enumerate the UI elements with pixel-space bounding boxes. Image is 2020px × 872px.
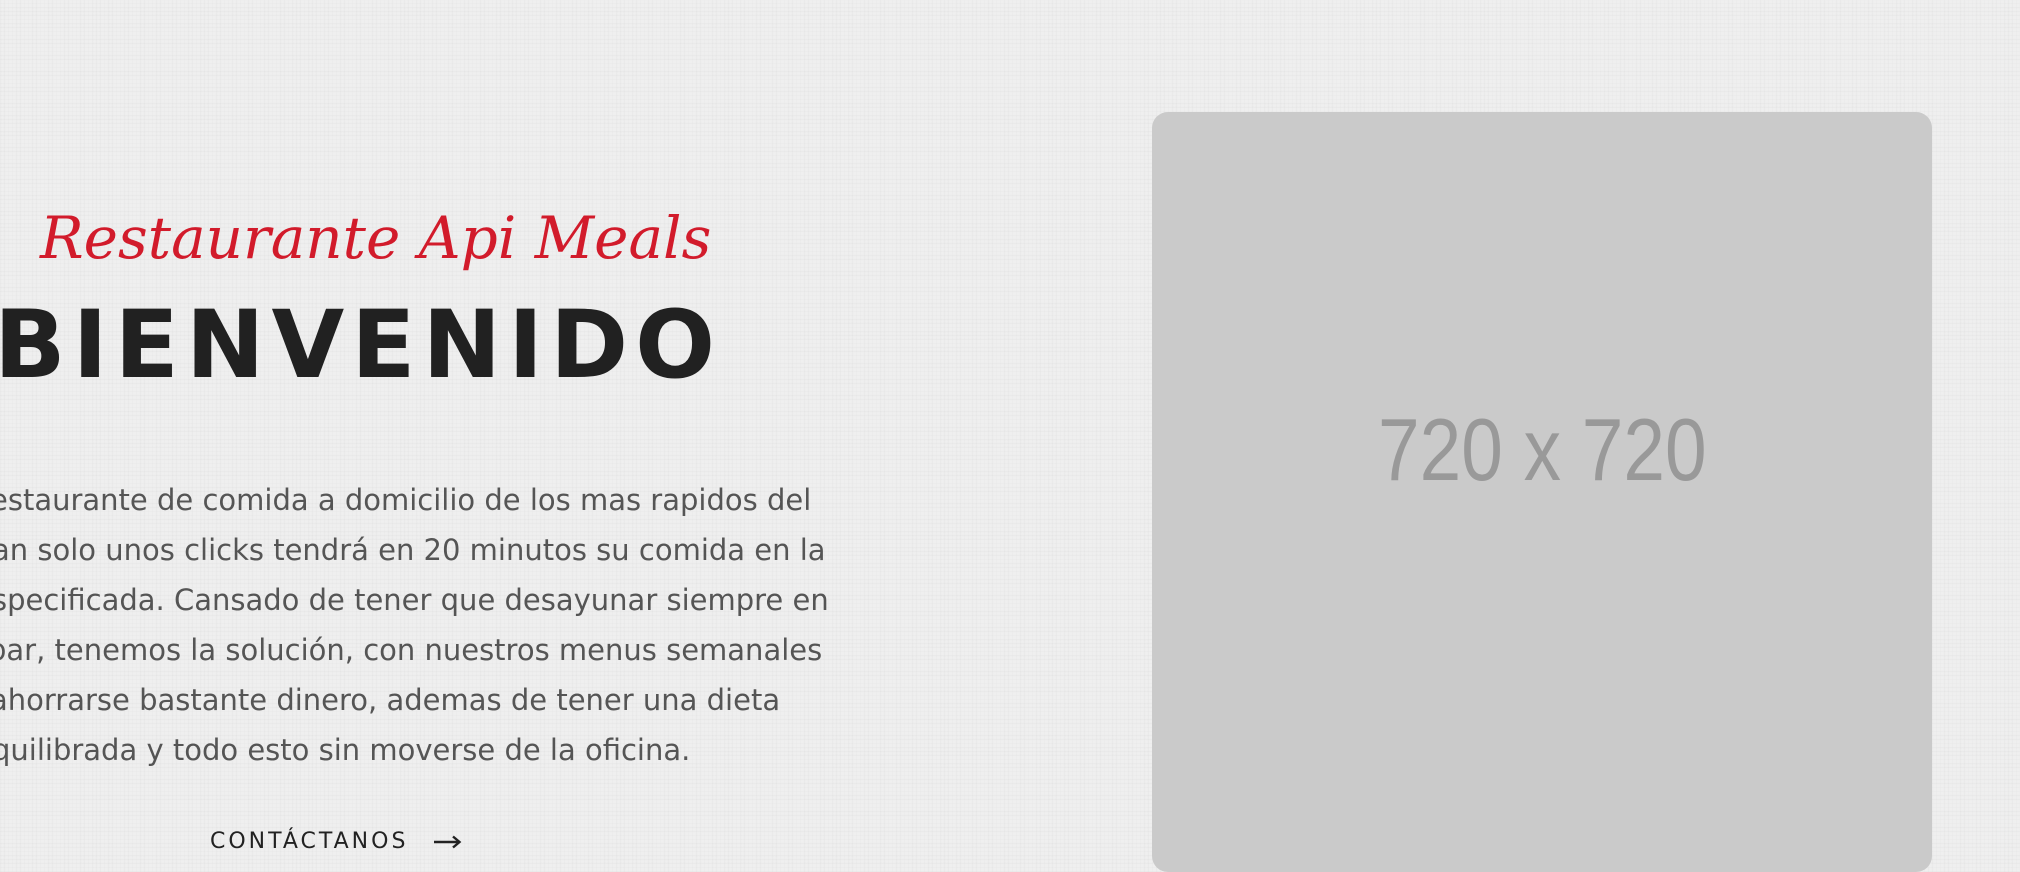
contact-link-label: CONTÁCTANOS	[210, 829, 409, 854]
description-line: estaurante de comida a domicilio de los …	[0, 483, 812, 517]
hero-headline: BIENVENIDO	[0, 291, 723, 400]
contact-link[interactable]: CONTÁCTANOS	[210, 822, 462, 862]
description-line: ahorrarse bastante dinero, ademas de ten…	[0, 683, 781, 717]
hero-section: Restaurante Api Meals BIENVENIDO estaura…	[0, 0, 2020, 872]
hero-image-placeholder: 720 x 720	[1152, 112, 1932, 872]
hero-description: estaurante de comida a domicilio de los …	[0, 475, 900, 775]
hero-tagline: Restaurante Api Meals	[40, 204, 712, 272]
image-size-label: 720 x 720	[1152, 112, 1932, 500]
description-line: par, tenemos la solución, con nuestros m…	[0, 633, 823, 667]
description-line: an solo unos clicks tendrá en 20 minutos…	[0, 533, 826, 567]
hero-text-column: Restaurante Api Meals BIENVENIDO estaura…	[0, 0, 1000, 854]
description-line: quilibrada y todo esto sin moverse de la…	[0, 733, 691, 767]
image-size-text: 720 x 720	[1377, 400, 1707, 499]
description-line: specificada. Cansado de tener que desayu…	[0, 583, 829, 617]
arrow-right-icon	[434, 835, 462, 849]
